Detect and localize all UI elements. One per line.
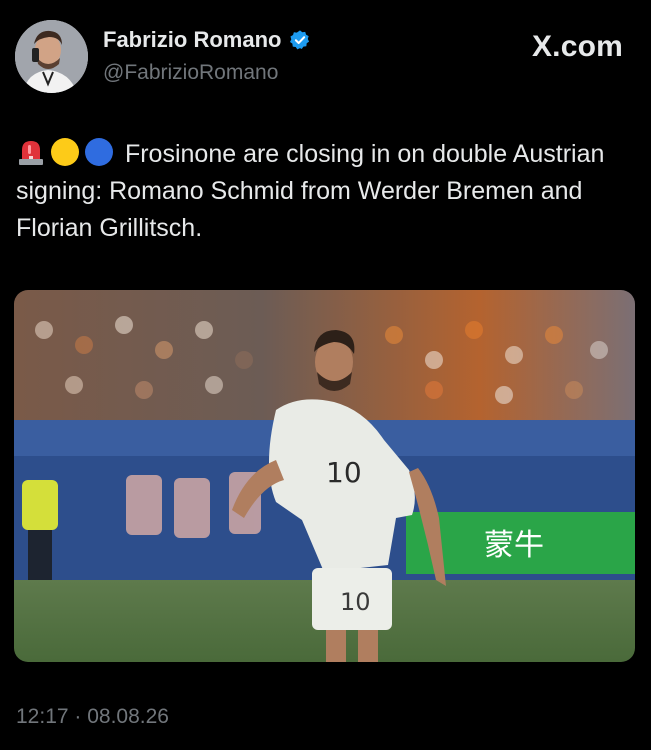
author-name[interactable]: Fabrizio Romano <box>103 27 281 53</box>
tweet-timestamp[interactable]: 12:17 · 08.08.26 <box>16 705 169 729</box>
blue-circle-icon <box>84 137 114 167</box>
shorts-number: 10 <box>340 588 371 616</box>
tweet-text: Frosinone are closing in on double Austr… <box>16 136 626 247</box>
verified-badge-icon <box>289 29 311 51</box>
football-player-image: 蒙牛 10 10 <box>14 290 635 662</box>
author-handle[interactable]: @FabrizioRomano <box>103 61 278 85</box>
jersey-number: 10 <box>326 456 362 489</box>
brand-label: X.com <box>531 30 623 63</box>
avatar[interactable] <box>15 20 88 93</box>
tweet-photo[interactable]: 蒙牛 10 10 <box>14 290 635 662</box>
sponsor-board-text: 蒙牛 <box>484 528 544 563</box>
rotating-light-icon <box>16 137 46 167</box>
yellow-circle-icon <box>50 137 80 167</box>
avatar-photo <box>15 20 88 93</box>
